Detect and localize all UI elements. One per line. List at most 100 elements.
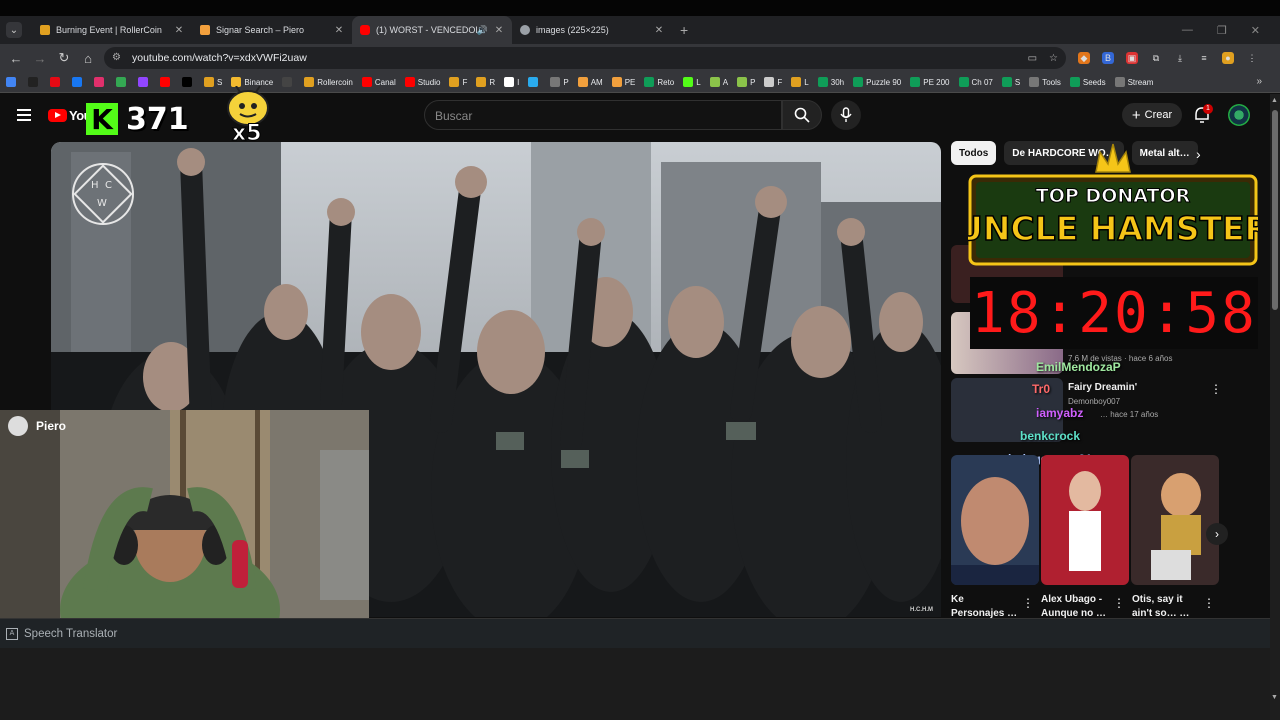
bookmark-item[interactable] [50,77,63,87]
bookmark-item[interactable]: Studio [404,77,440,87]
bookmark-favicon-icon [404,77,415,87]
scroll-down-icon[interactable]: ▼ [1271,694,1278,701]
install-app-icon[interactable]: ▭ [1028,53,1037,64]
bookmark-favicon-icon [28,77,38,87]
bookmark-item[interactable]: R [476,77,495,87]
close-tab-icon[interactable]: ✕ [494,25,504,36]
short-more-icon[interactable]: ⋮ [1113,596,1125,610]
speaker-icon[interactable]: 🔊 [477,25,488,36]
bookmark-item[interactable] [94,77,107,87]
close-tab-icon[interactable]: ✕ [334,25,344,36]
short-title[interactable]: Otis, say it ain't so… … [1132,593,1189,621]
video-channel[interactable]: Demonboy007 [1068,397,1120,406]
rollercoin-favicon-icon [40,25,50,35]
browser-tab[interactable]: Burning Event | RollerCoin ✕ [32,16,192,44]
new-tab-button[interactable]: + [680,22,688,38]
bookmark-item[interactable]: F [764,77,782,87]
bookmark-item[interactable]: P [550,77,569,87]
bookmark-item[interactable]: Reto [644,77,674,87]
short-more-icon[interactable]: ⋮ [1022,596,1034,610]
short-title[interactable]: Alex Ubago - Aunque no … [1041,593,1106,621]
reload-icon[interactable]: ↻ [52,50,76,66]
create-button[interactable]: + Crear [1122,103,1182,127]
bookmark-item[interactable]: L [683,77,701,87]
svg-text:C: C [105,180,112,191]
browser-tab[interactable]: images (225×225) ✕ [512,16,672,44]
svg-text:UNCLE HAMSTER: UNCLE HAMSTER [968,209,1258,248]
extension-blue-icon[interactable]: B [1102,52,1114,64]
short-thumbnail[interactable] [1131,455,1219,585]
media-control-icon[interactable]: ≡ [1198,52,1210,64]
bookmark-item[interactable] [6,77,19,87]
bookmark-item[interactable] [72,77,85,87]
bookmark-favicon-icon [683,77,694,87]
bookmark-item[interactable]: I [504,77,519,87]
short-more-icon[interactable]: ⋮ [1203,596,1215,610]
search-button[interactable] [782,100,822,130]
youtube-logo[interactable]: You [48,108,92,123]
bookmark-item[interactable]: PE 200 [910,77,950,87]
bookmark-item[interactable]: P [737,77,755,87]
browser-tab[interactable]: Signar Search – Piero ✕ [192,16,352,44]
tab-search-button[interactable]: ⌄ [6,22,22,38]
bookmark-item[interactable]: AM [577,77,603,87]
voice-search-button[interactable] [831,100,861,130]
close-tab-icon[interactable]: ✕ [654,25,664,36]
bookmark-item[interactable] [528,77,541,87]
bookmark-item[interactable]: 30h [817,77,844,87]
back-icon[interactable]: ← [4,51,28,66]
speech-translator-bar[interactable]: A Speech Translator [0,618,1270,648]
close-window-icon[interactable]: ✕ [1251,24,1260,37]
bookmark-item[interactable] [282,77,295,87]
bookmark-item[interactable]: Tools [1029,77,1061,87]
bookmark-item[interactable]: PE [611,77,635,87]
bookmark-favicon-icon [72,77,82,87]
home-icon[interactable]: ⌂ [76,51,100,66]
menu-kebab-icon[interactable]: ⋮ [1246,52,1258,64]
search-input[interactable]: Buscar [424,100,782,130]
scroll-up-icon[interactable]: ▲ [1271,97,1278,104]
download-icon[interactable]: ⤓ [1174,52,1186,64]
bookmark-item[interactable]: L [791,77,809,87]
site-info-icon[interactable]: ⚙ [112,52,124,64]
bookmark-star-icon[interactable]: ☆ [1049,53,1058,64]
bookmark-item[interactable] [138,77,151,87]
bookmark-item[interactable]: S [1001,77,1020,87]
bookmark-item[interactable] [160,77,173,87]
bookmarks-overflow-icon[interactable]: » [1256,76,1262,87]
bookmark-favicon-icon [577,77,588,87]
bookmark-item[interactable]: Rollercoin [304,77,353,87]
forward-icon[interactable]: → [28,51,52,66]
browser-tab-active[interactable]: (1) WORST - VENCEDORES 🔊 ✕ [352,16,512,44]
scrollbar-thumb[interactable] [1272,110,1278,310]
bookmark-favicon-icon [644,77,655,87]
bookmark-item[interactable]: F [449,77,467,87]
short-thumbnail[interactable] [1041,455,1129,585]
shorts-next-icon[interactable]: › [1206,523,1228,545]
bookmark-item[interactable]: Seeds [1069,77,1106,87]
hamburger-menu-icon[interactable] [17,109,31,121]
extensions-puzzle-icon[interactable]: ⧉ [1150,52,1162,64]
url-input[interactable]: ⚙ youtube.com/watch?v=xdxVWFi2uaw ▭ ☆ [104,47,1066,69]
close-tab-icon[interactable]: ✕ [174,25,184,36]
bookmark-item[interactable] [28,77,41,87]
bookmark-favicon-icon [611,77,622,87]
extension-metamask-icon[interactable]: ◆ [1078,52,1090,64]
bookmark-item[interactable] [182,77,195,87]
extension-red-icon[interactable]: ▣ [1126,52,1138,64]
short-thumbnail[interactable] [951,455,1039,585]
bookmark-item[interactable]: Ch 07 [958,77,993,87]
minimize-icon[interactable]: — [1182,24,1193,36]
page-scrollbar[interactable] [1270,94,1280,720]
video-title[interactable]: Fairy Dreamin' [1068,382,1137,393]
bookmark-item[interactable] [116,77,129,87]
maximize-icon[interactable]: ❐ [1217,24,1227,37]
profile-icon[interactable]: ● [1222,52,1234,64]
bookmark-item[interactable]: Stream [1114,77,1153,87]
bookmark-item[interactable]: Puzzle 90 [853,77,901,87]
more-actions-icon[interactable]: ⋮ [1210,382,1222,396]
bookmark-item[interactable]: A [709,77,728,87]
bookmark-item[interactable]: Canal [361,77,396,87]
short-title[interactable]: Ke Personajes … [951,593,1017,621]
user-avatar[interactable] [1228,104,1250,126]
